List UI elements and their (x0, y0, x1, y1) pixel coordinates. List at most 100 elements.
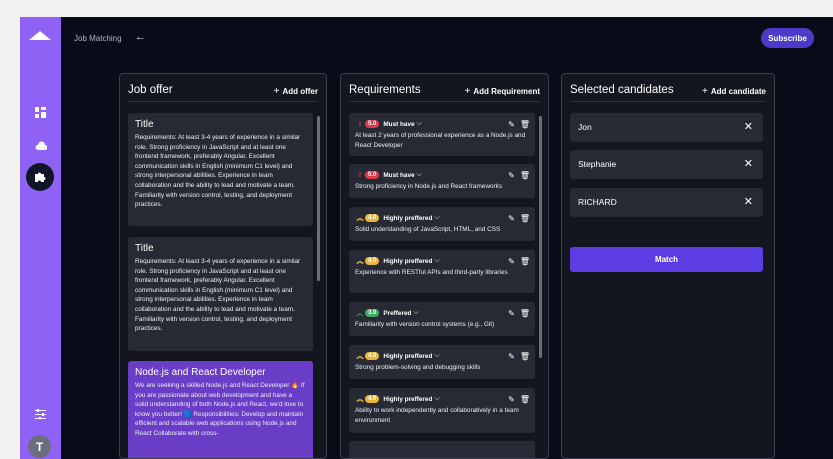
priority-dropdown[interactable]: Highly preffered (383, 258, 432, 265)
trash-icon[interactable]: 🗑 (520, 257, 530, 266)
priority-dropdown[interactable]: Highly preffered (383, 396, 432, 403)
edit-icon[interactable]: ✎ (508, 309, 515, 318)
requirement-card[interactable]: ! 5.0 Must have ⌵ ✎ 🗑 Strong proficiency … (349, 164, 535, 198)
candidate-name: RICHARD (578, 197, 617, 207)
offer-card[interactable]: Title Requirements: At least 3-4 years o… (128, 113, 313, 226)
panel-header: Requirements + Add Requirement (349, 84, 540, 102)
close-icon[interactable]: ✕ (744, 195, 753, 208)
add-requirement-button[interactable]: + Add Requirement (464, 86, 540, 97)
panel-title: Selected candidates (570, 84, 674, 96)
chevron-down-icon[interactable]: ⌵ (417, 120, 422, 128)
panel-title: Job offer (128, 84, 173, 96)
requirement-card[interactable]: ︽ 4.0 Highly preffered ⌵ ✎ 🗑 Experience w… (349, 250, 535, 293)
priority-dropdown[interactable]: Highly preffered (383, 353, 432, 360)
exclamation-icon: ! (358, 120, 362, 128)
requirement-text: Strong proficiency in Node.js and React … (355, 183, 503, 190)
trash-icon[interactable]: 🗑 (520, 171, 530, 180)
score-badge: 4.0 (365, 395, 380, 403)
add-candidate-button[interactable]: + Add candidate (702, 86, 766, 97)
requirement-card[interactable]: ︽ 4.0 Highly preffered ⌵ ✎ 🗑 Solid unders… (349, 207, 535, 241)
trash-icon[interactable]: 🗑 (520, 214, 530, 223)
cloud-icon[interactable] (30, 135, 51, 156)
requirement-card[interactable]: ︽ 4.0 Highly preffered ⌵ ✎ 🗑 Ability to w… (349, 388, 535, 433)
score-badge: 5.0 (365, 171, 380, 179)
edit-icon[interactable]: ✎ (508, 171, 515, 180)
offer-title: Title (135, 119, 154, 130)
double-chevron-up-icon: ︽ (356, 353, 364, 360)
chevron-down-icon[interactable]: ⌵ (434, 395, 439, 403)
avatar[interactable]: T (28, 435, 51, 458)
candidate-item: Stephanie ✕ (570, 150, 763, 179)
offer-description: Requirements: At least 3-4 years of expe… (135, 258, 301, 333)
candidate-name: Stephanie (578, 159, 617, 169)
priority-dropdown[interactable]: Must have (383, 172, 414, 179)
app-window: T Job Matching ← Subscribe Job offer + Ad… (20, 17, 833, 459)
exclamation-icon: ! (358, 171, 362, 179)
edit-icon[interactable]: ✎ (508, 120, 515, 129)
requirement-text: Solid understanding of JavaScript, HTML,… (355, 226, 501, 233)
trash-icon[interactable]: 🗑 (520, 309, 530, 318)
requirement-text: Strong problem-solving and debugging ski… (355, 364, 481, 371)
chevron-down-icon[interactable]: ⌵ (434, 352, 439, 360)
offer-card[interactable]: Title Requirements: At least 3-4 years o… (128, 237, 313, 351)
subscribe-button[interactable]: Subscribe (761, 28, 814, 48)
requirement-text: Familiarity with version control systems… (355, 321, 495, 328)
puzzle-icon[interactable] (26, 163, 54, 191)
score-badge: 4.0 (365, 352, 380, 360)
score-badge: 3.0 (365, 309, 380, 317)
scrollbar[interactable] (317, 116, 320, 281)
add-offer-button[interactable]: + Add offer (274, 86, 318, 97)
priority-dropdown[interactable]: Must have (383, 121, 414, 128)
edit-icon[interactable]: ✎ (508, 257, 515, 266)
double-chevron-up-icon: ︽ (356, 396, 364, 403)
requirement-card[interactable]: ! 5.0 Must have ⌵ ✎ 🗑 At least 2 years of… (349, 113, 535, 156)
priority-dropdown[interactable]: Highly preffered (383, 215, 432, 222)
candidate-item: Jon ✕ (570, 113, 763, 142)
dashboard-icon[interactable] (30, 102, 51, 123)
close-icon[interactable]: ✕ (744, 120, 753, 133)
match-button[interactable]: Match (570, 247, 763, 272)
chevron-down-icon[interactable]: ⌵ (413, 309, 418, 317)
panel-title: Requirements (349, 84, 421, 96)
back-arrow-icon[interactable]: ← (135, 31, 146, 43)
edit-icon[interactable]: ✎ (508, 352, 515, 361)
double-chevron-up-icon: ︽ (356, 258, 364, 265)
add-offer-label: Add offer (282, 87, 318, 96)
score-badge: 5.0 (365, 120, 380, 128)
score-badge: 4.0 (365, 214, 380, 222)
requirement-card[interactable] (349, 441, 535, 458)
logo-icon[interactable] (29, 31, 51, 40)
trash-icon[interactable]: 🗑 (520, 120, 530, 129)
double-chevron-up-icon: ︽ (356, 215, 364, 222)
chevron-down-icon[interactable]: ⌵ (434, 214, 439, 222)
requirement-text: Experience with RESTful APIs and third-p… (355, 269, 508, 276)
candidate-item: RICHARD ✕ (570, 188, 763, 217)
offer-title: Node.js and React Developer (135, 367, 266, 378)
requirement-card[interactable]: ︿ 3.0 Preffered ⌵ ✎ 🗑 Familiarity with ve… (349, 302, 535, 336)
offer-card-selected[interactable]: Node.js and React Developer We are seeki… (128, 361, 313, 458)
panel-header: Selected candidates + Add candidate (570, 84, 766, 102)
scrollbar[interactable] (539, 116, 542, 358)
trash-icon[interactable]: 🗑 (520, 395, 530, 404)
close-icon[interactable]: ✕ (744, 157, 753, 170)
offer-description: We are seeking a skilled Node.js and Rea… (135, 382, 305, 437)
chevron-down-icon[interactable]: ⌵ (434, 257, 439, 265)
priority-dropdown[interactable]: Preffered (383, 310, 411, 317)
add-requirement-label: Add Requirement (473, 87, 540, 96)
requirement-text: At least 2 years of professional experie… (355, 132, 526, 149)
plus-icon: + (464, 86, 471, 97)
plus-icon: + (702, 86, 708, 97)
edit-icon[interactable]: ✎ (508, 395, 515, 404)
chevron-down-icon[interactable]: ⌵ (417, 171, 422, 179)
edit-icon[interactable]: ✎ (508, 214, 515, 223)
candidates-panel: Selected candidates + Add candidate Jon ✕… (561, 73, 775, 459)
candidate-name: Jon (578, 122, 592, 132)
offer-title: Title (135, 243, 154, 254)
trash-icon[interactable]: 🗑 (520, 352, 530, 361)
offer-description: Requirements: At least 3-4 years of expe… (135, 134, 301, 209)
sliders-icon[interactable] (30, 403, 51, 424)
chevron-up-icon: ︿ (356, 310, 364, 317)
requirement-card[interactable]: ︽ 4.0 Highly preffered ⌵ ✎ 🗑 Strong probl… (349, 345, 535, 379)
score-badge: 4.0 (365, 257, 380, 265)
panel-header: Job offer + Add offer (128, 84, 318, 102)
